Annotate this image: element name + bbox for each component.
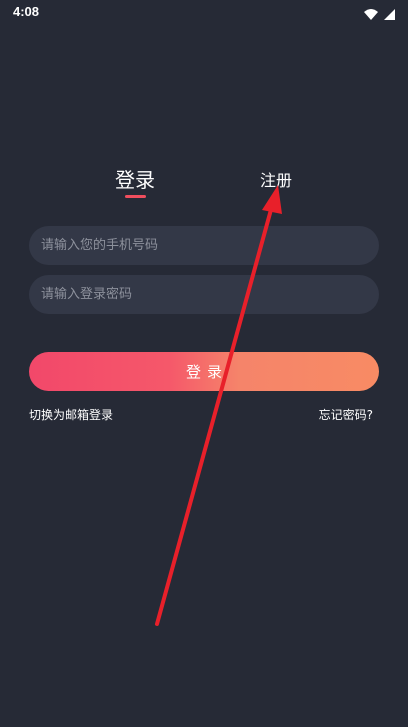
password-input[interactable] <box>29 275 379 314</box>
auth-tabs: 登录 注册 <box>0 162 408 204</box>
login-screen: 4:08 登录 注册 登录 切换为邮箱登录 忘记密码? <box>0 0 408 727</box>
wifi-icon <box>364 5 378 24</box>
annotation-arrow-shaft <box>155 204 274 626</box>
tab-login[interactable]: 登录 <box>115 164 155 193</box>
phone-input[interactable] <box>29 226 379 265</box>
login-button[interactable]: 登录 <box>29 352 379 391</box>
cellular-signal-icon <box>384 5 395 24</box>
active-tab-indicator <box>125 195 146 198</box>
status-time: 4:08 <box>13 4 40 19</box>
tab-register[interactable]: 注册 <box>260 167 292 191</box>
status-bar: 4:08 <box>0 0 408 24</box>
switch-to-email-login-link[interactable]: 切换为邮箱登录 <box>29 406 113 423</box>
status-icons <box>364 5 395 24</box>
forgot-password-link[interactable]: 忘记密码? <box>319 406 373 423</box>
